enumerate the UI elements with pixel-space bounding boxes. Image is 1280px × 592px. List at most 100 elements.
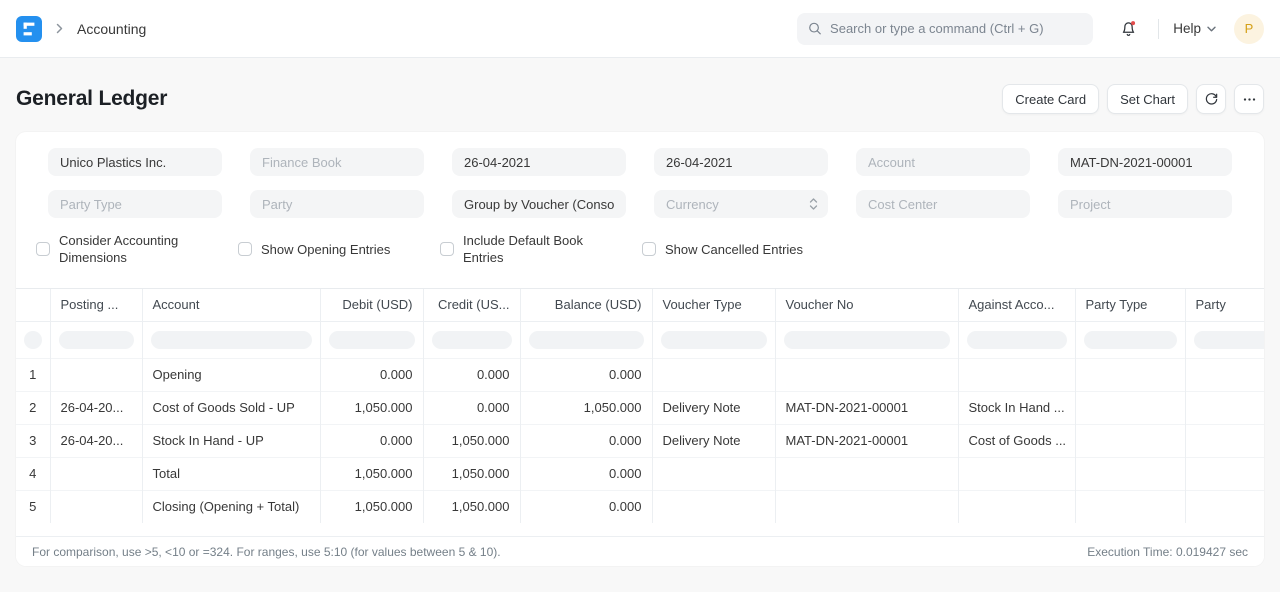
avatar[interactable]: P xyxy=(1234,14,1264,44)
col-voucher-type[interactable]: Voucher Type xyxy=(652,289,775,321)
column-filter-input[interactable] xyxy=(151,331,312,349)
currency-select[interactable] xyxy=(654,190,828,218)
table-row[interactable]: 4 Total 1,050.000 1,050.000 0.000 xyxy=(16,457,1264,490)
cell-party-type xyxy=(1075,391,1185,424)
table-row[interactable]: 2 26-04-20... Cost of Goods Sold - UP 1,… xyxy=(16,391,1264,424)
ellipsis-icon xyxy=(1242,92,1257,107)
checkbox-show-opening-entries[interactable]: Show Opening Entries xyxy=(238,232,424,266)
column-filter-input[interactable] xyxy=(1194,331,1265,349)
breadcrumb-accounting[interactable]: Accounting xyxy=(77,21,146,37)
table-row[interactable]: 5 Closing (Opening + Total) 1,050.000 1,… xyxy=(16,490,1264,523)
report-filters xyxy=(16,132,1264,218)
cell-against-account: Cost of Goods ... xyxy=(958,424,1075,457)
cell-voucher-type xyxy=(652,490,775,523)
group-by-filter[interactable] xyxy=(452,190,626,218)
col-voucher-no[interactable]: Voucher No xyxy=(775,289,958,321)
row-index: 4 xyxy=(16,457,50,490)
column-filter-input[interactable] xyxy=(59,331,134,349)
refresh-button[interactable] xyxy=(1196,84,1226,114)
col-against-account[interactable]: Against Acco... xyxy=(958,289,1075,321)
checkbox-consider-accounting-dimensions[interactable]: Consider Accounting Dimensions xyxy=(36,232,222,266)
col-credit[interactable]: Credit (US... xyxy=(423,289,520,321)
col-balance[interactable]: Balance (USD) xyxy=(520,289,652,321)
col-posting-date[interactable]: Posting ... xyxy=(50,289,142,321)
cell-party-type xyxy=(1075,358,1185,391)
col-debit[interactable]: Debit (USD) xyxy=(320,289,423,321)
column-filter-input[interactable] xyxy=(529,331,644,349)
cell-debit: 0.000 xyxy=(320,358,423,391)
search-icon xyxy=(808,21,822,36)
column-filter-input[interactable] xyxy=(432,331,512,349)
cell-party-type xyxy=(1075,490,1185,523)
include-default-book-entries-checkbox[interactable] xyxy=(440,242,454,256)
notification-dot xyxy=(1131,21,1135,25)
cell-posting-date xyxy=(50,358,142,391)
to-date-filter[interactable] xyxy=(654,148,828,176)
account-filter[interactable] xyxy=(856,148,1030,176)
cell-against-account xyxy=(958,358,1075,391)
menu-button[interactable] xyxy=(1234,84,1264,114)
cell-account: Opening xyxy=(142,358,320,391)
party-type-filter[interactable] xyxy=(48,190,222,218)
column-filter-input[interactable] xyxy=(784,331,950,349)
table-row[interactable]: 1 Opening 0.000 0.000 0.000 xyxy=(16,358,1264,391)
cell-balance: 1,050.000 xyxy=(520,391,652,424)
navbar-divider xyxy=(1158,19,1159,39)
app-logo-icon[interactable] xyxy=(16,16,42,42)
notifications-button[interactable] xyxy=(1115,15,1142,42)
currency-filter[interactable] xyxy=(654,190,828,218)
cell-balance: 0.000 xyxy=(520,358,652,391)
company-filter[interactable] xyxy=(48,148,222,176)
cell-balance: 0.000 xyxy=(520,424,652,457)
cell-credit: 0.000 xyxy=(423,358,520,391)
col-account[interactable]: Account xyxy=(142,289,320,321)
table-filter-row xyxy=(16,321,1264,358)
row-index: 1 xyxy=(16,358,50,391)
page-title: General Ledger xyxy=(16,87,167,111)
report-footer: For comparison, use >5, <10 or =324. For… xyxy=(16,536,1264,566)
cell-debit: 1,050.000 xyxy=(320,391,423,424)
cell-balance: 0.000 xyxy=(520,457,652,490)
show-cancelled-entries-checkbox[interactable] xyxy=(642,242,656,256)
column-filter-input[interactable] xyxy=(967,331,1067,349)
cell-credit: 0.000 xyxy=(423,391,520,424)
cell-balance: 0.000 xyxy=(520,490,652,523)
project-filter[interactable] xyxy=(1058,190,1232,218)
set-chart-button[interactable]: Set Chart xyxy=(1107,84,1188,114)
cell-account: Stock In Hand - UP xyxy=(142,424,320,457)
report-table: Posting ... Account Debit (USD) Credit (… xyxy=(16,288,1264,523)
column-filter-input[interactable] xyxy=(329,331,415,349)
from-date-filter[interactable] xyxy=(452,148,626,176)
column-filter-input[interactable] xyxy=(661,331,767,349)
cell-account: Cost of Goods Sold - UP xyxy=(142,391,320,424)
avatar-initial: P xyxy=(1245,21,1254,36)
cell-party xyxy=(1185,490,1264,523)
col-party-type[interactable]: Party Type xyxy=(1075,289,1185,321)
comparison-hint: For comparison, use >5, <10 or =324. For… xyxy=(32,545,501,559)
cost-center-filter[interactable] xyxy=(856,190,1030,218)
consider-accounting-dimensions-checkbox[interactable] xyxy=(36,242,50,256)
help-menu[interactable]: Help xyxy=(1173,21,1216,36)
show-opening-entries-checkbox[interactable] xyxy=(238,242,252,256)
cell-voucher-type xyxy=(652,358,775,391)
cell-debit: 1,050.000 xyxy=(320,457,423,490)
cell-account: Closing (Opening + Total) xyxy=(142,490,320,523)
party-filter[interactable] xyxy=(250,190,424,218)
cell-voucher-type: Delivery Note xyxy=(652,391,775,424)
cell-party-type xyxy=(1075,457,1185,490)
global-search[interactable] xyxy=(797,13,1093,45)
cell-voucher-type: Delivery Note xyxy=(652,424,775,457)
finance-book-filter[interactable] xyxy=(250,148,424,176)
col-index[interactable] xyxy=(16,289,50,321)
column-filter-input[interactable] xyxy=(1084,331,1177,349)
checkbox-include-default-book-entries[interactable]: Include Default Book Entries xyxy=(440,232,626,266)
table-row[interactable]: 3 26-04-20... Stock In Hand - UP 0.000 1… xyxy=(16,424,1264,457)
create-card-button[interactable]: Create Card xyxy=(1002,84,1099,114)
checkbox-show-cancelled-entries[interactable]: Show Cancelled Entries xyxy=(642,232,828,266)
column-filter-input[interactable] xyxy=(24,331,42,349)
search-input[interactable] xyxy=(830,21,1082,36)
col-party[interactable]: Party xyxy=(1185,289,1264,321)
help-label: Help xyxy=(1173,21,1201,36)
refresh-icon xyxy=(1204,92,1219,107)
voucher-no-filter[interactable] xyxy=(1058,148,1232,176)
